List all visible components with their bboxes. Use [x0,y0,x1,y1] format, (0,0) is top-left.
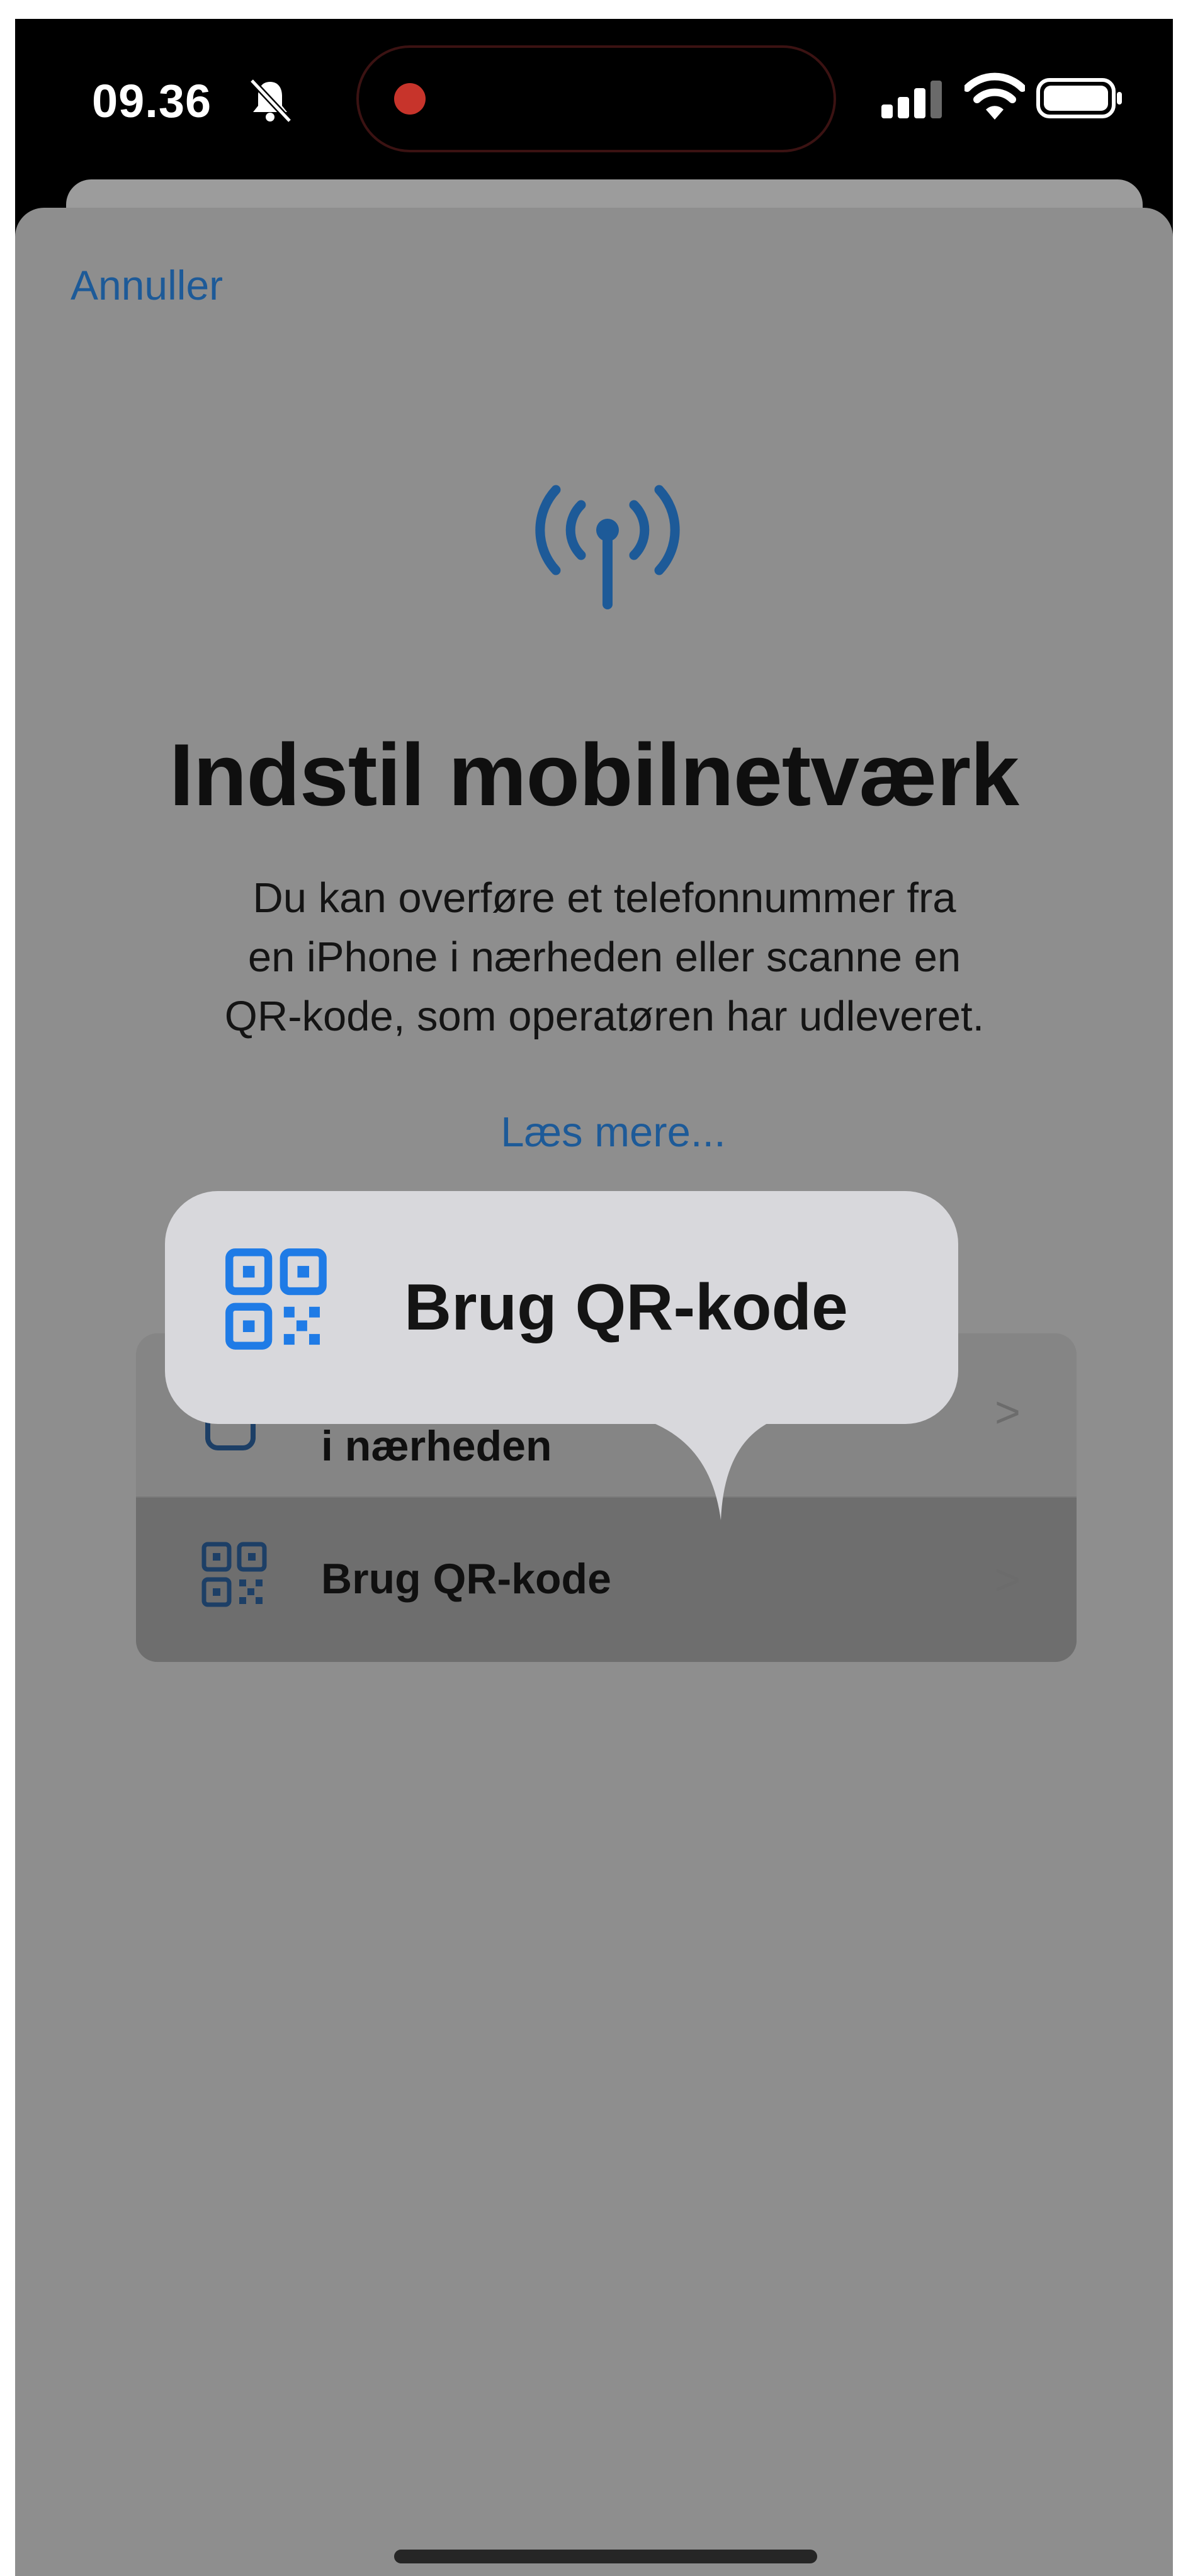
dynamic-island [356,45,836,152]
qr-code-icon [225,1248,327,1350]
description: Du kan overføre et telefonnummer fra en … [126,869,1083,1046]
option-label: i nærheden [321,1422,552,1470]
home-indicator[interactable] [394,2550,817,2563]
status-time: 09.36 [92,75,212,127]
popup-label: Brug QR-kode [404,1271,848,1344]
wifi-icon [965,72,1025,120]
cancel-button[interactable]: Annuller [71,261,223,309]
description-line: en iPhone i nærheden eller scanne en [247,934,961,981]
cellular-signal-icon [881,81,942,118]
read-more-link[interactable]: Læs mere... [15,1108,1188,1156]
page-title: Indstil mobilnetværk [169,725,1019,824]
antenna-icon [535,485,680,609]
bell-slash-icon [249,78,292,123]
frame-top [0,0,1188,19]
description-line: Du kan overføre et telefonnummer fra [252,874,956,922]
battery-icon [1036,78,1122,118]
option-label: Brug QR-kode [321,1555,611,1603]
frame-left [0,0,15,2576]
description-line: QR-kode, som operatøren har udleveret. [224,993,985,1040]
popup-tail [598,1410,812,1520]
recording-dot-icon [394,83,426,115]
chevron-right-icon: > [995,1387,1021,1437]
qr-code-icon [201,1542,267,1607]
frame-right [1173,0,1188,2576]
chevron-right-icon: > [995,1555,1021,1604]
